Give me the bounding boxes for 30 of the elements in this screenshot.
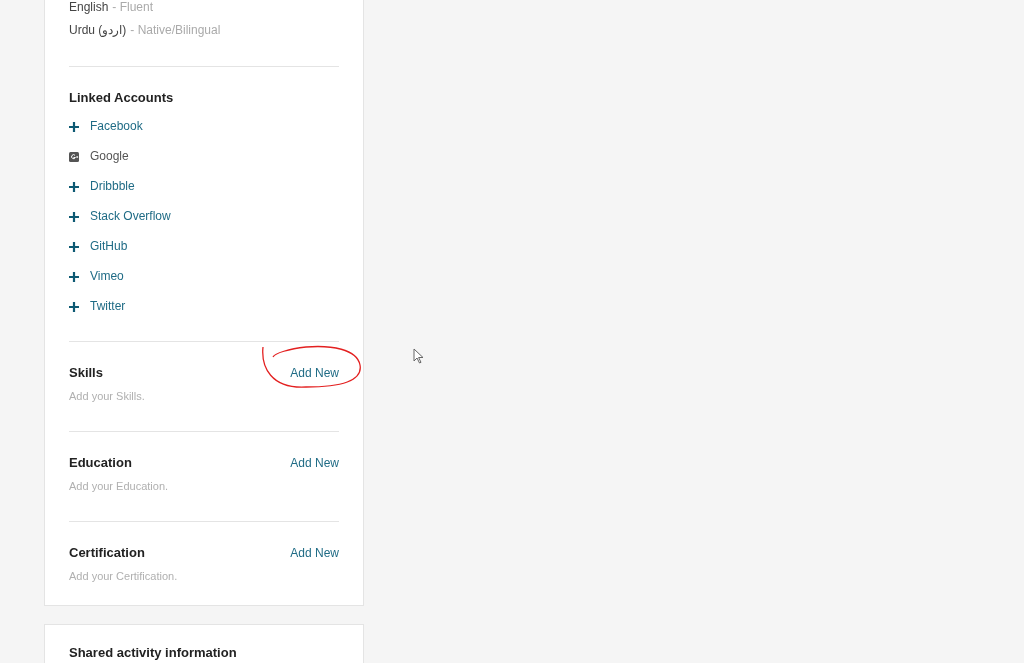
linked-account-link[interactable]: Stack Overflow: [69, 209, 339, 224]
linked-account-link[interactable]: Dribbble: [69, 179, 339, 194]
mouse-pointer-icon: [413, 348, 424, 364]
section-heading: Certification: [69, 545, 145, 561]
add-new-link[interactable]: Add New: [290, 365, 339, 381]
section-heading: Education: [69, 455, 132, 471]
section-heading: Shared activity information: [69, 645, 238, 661]
plus-icon: [69, 181, 79, 192]
section-hint: Add your Education.: [69, 479, 170, 493]
linked-account-link[interactable]: Twitter: [69, 299, 339, 314]
section-heading: Linked Accounts: [69, 90, 175, 106]
plus-icon: [69, 211, 79, 222]
linked-account-link[interactable]: Vimeo: [69, 269, 339, 284]
linked-account-link[interactable]: GitHub: [69, 239, 339, 254]
section-heading: Skills: [69, 365, 103, 381]
add-new-link[interactable]: Add New: [290, 545, 339, 561]
plus-icon: [69, 241, 79, 252]
section-hint: Add your Certification.: [69, 569, 179, 583]
language-level: - Fluent: [112, 0, 154, 15]
plus-icon: [69, 271, 79, 282]
plus-icon: [69, 301, 79, 312]
section-hint: Add your Skills.: [69, 389, 146, 403]
linked-account-link[interactable]: Google: [69, 149, 339, 164]
google-plus-icon: [69, 151, 79, 162]
language-level: - Native/Bilingual: [130, 23, 221, 38]
add-new-link[interactable]: Add New: [290, 455, 339, 471]
linked-account-link[interactable]: Facebook: [69, 119, 339, 134]
language-name: Urdu (اردو): [69, 23, 127, 38]
plus-icon: [69, 121, 79, 132]
language-name: English: [69, 0, 109, 15]
